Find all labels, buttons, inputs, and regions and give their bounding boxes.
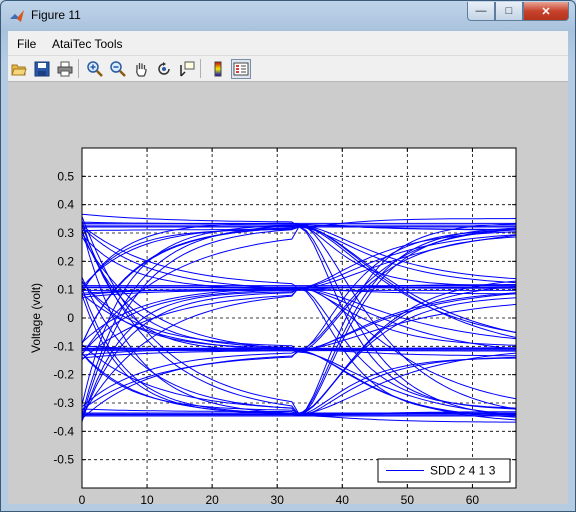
- matlab-logo-icon: [10, 10, 24, 22]
- x-tick-label: 30: [271, 493, 285, 504]
- zoom-in-button[interactable]: [85, 59, 105, 79]
- window-title: Figure 11: [31, 8, 81, 22]
- x-tick-label: 40: [336, 493, 350, 504]
- save-icon: [34, 61, 50, 77]
- title-bar[interactable]: Figure 11 — □ ✕: [1, 1, 575, 31]
- close-button[interactable]: ✕: [523, 2, 569, 21]
- colorbar-icon: [214, 61, 222, 77]
- pan-button[interactable]: [131, 59, 151, 79]
- x-tick-label: 10: [140, 493, 154, 504]
- x-tick-label: 60: [466, 493, 480, 504]
- figure-canvas: 0 10 20 30 40 50 60 -0.5 -0.4 -0.3 -0.2 -0.1 0 0.1 0.2…: [8, 82, 568, 504]
- y-tick-label: 0.1: [57, 283, 74, 297]
- save-button[interactable]: [32, 59, 52, 79]
- rotate-3d-button[interactable]: [154, 59, 174, 79]
- y-tick-label: 0.4: [57, 198, 74, 212]
- menu-ataitec-tools[interactable]: AtaiTec Tools: [52, 37, 122, 51]
- minimize-button[interactable]: —: [467, 2, 495, 21]
- x-tick-label: 20: [205, 493, 219, 504]
- figure-window: Figure 11 — □ ✕ File AtaiTec Tools 0 10 …: [0, 0, 576, 512]
- y-tick-label: 0: [67, 311, 74, 325]
- print-icon: [57, 61, 73, 77]
- eye-diagram-chart[interactable]: 0 10 20 30 40 50 60 -0.5 -0.4 -0.3 -0.2 -0.1 0 0.1 0.2…: [8, 82, 568, 504]
- y-tick-label: -0.5: [53, 453, 74, 467]
- y-tick-label: -0.3: [53, 396, 74, 410]
- pan-hand-icon: [136, 63, 147, 77]
- toolbar: [8, 56, 568, 82]
- y-tick-label: -0.4: [53, 424, 74, 438]
- colorbar-button[interactable]: [208, 59, 228, 79]
- y-tick-label: 0.3: [57, 226, 74, 240]
- legend-button[interactable]: [231, 59, 251, 79]
- toolbar-separator: [78, 59, 79, 78]
- figure-client-area: File AtaiTec Tools 0 10 20 30 40 50 60 -…: [8, 31, 568, 504]
- x-tick-label: 0: [79, 493, 86, 504]
- zoom-in-icon: [87, 61, 103, 77]
- y-tick-label: -0.2: [53, 368, 74, 382]
- rotate-3d-icon: [158, 62, 170, 75]
- legend-label: SDD 2 4 1 3: [430, 464, 496, 478]
- zoom-out-icon: [110, 61, 126, 77]
- data-cursor-icon: [180, 61, 195, 77]
- legend-icon: [233, 62, 249, 76]
- open-folder-icon: [11, 64, 27, 76]
- x-tick-label: 50: [401, 493, 415, 504]
- data-cursor-button[interactable]: [177, 59, 197, 79]
- menu-file[interactable]: File: [17, 37, 36, 51]
- y-tick-label: 0.2: [57, 254, 74, 268]
- y-tick-label: 0.5: [57, 169, 74, 183]
- maximize-button[interactable]: □: [495, 2, 523, 21]
- toolbar-separator: [200, 59, 201, 78]
- menu-bar: File AtaiTec Tools: [8, 31, 568, 56]
- print-button[interactable]: [55, 59, 75, 79]
- y-tick-label: -0.1: [53, 339, 74, 353]
- zoom-out-button[interactable]: [108, 59, 128, 79]
- open-button[interactable]: [9, 59, 29, 79]
- window-controls: — □ ✕: [467, 2, 569, 21]
- y-axis-label: Voltage (volt): [29, 283, 43, 353]
- maximize-icon: □: [505, 5, 513, 17]
- minimize-icon: —: [475, 5, 487, 17]
- close-icon: ✕: [541, 5, 551, 18]
